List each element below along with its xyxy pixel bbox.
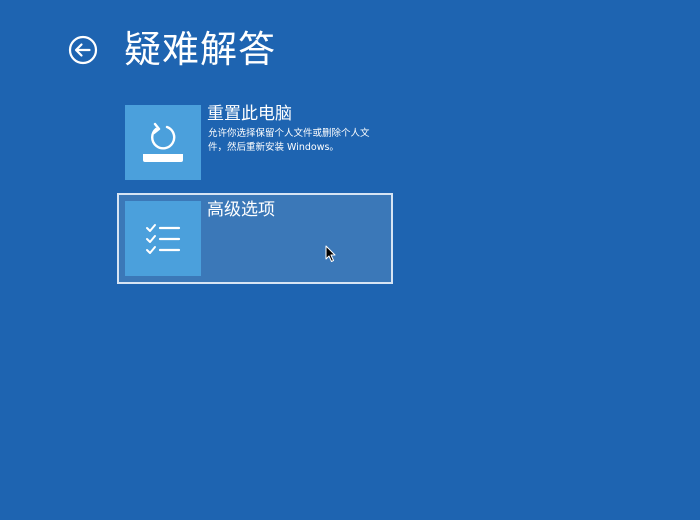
- advanced-options-option[interactable]: 高级选项: [117, 193, 393, 284]
- reset-pc-icon-tile: [125, 105, 201, 180]
- checklist-icon: [146, 223, 181, 254]
- advanced-options-title: 高级选项: [207, 200, 275, 220]
- reset-pc-description: 允许你选择保留个人文件或删除个人文件，然后重新安装 Windows。: [208, 128, 370, 153]
- back-button[interactable]: [68, 35, 98, 65]
- page-title: 疑难解答: [124, 28, 276, 71]
- reset-pc-icon: [143, 122, 183, 162]
- reset-pc-option[interactable]: 重置此电脑 允许你选择保留个人文件或删除个人文件，然后重新安装 Windows。: [117, 97, 393, 189]
- advanced-options-icon-tile: [125, 201, 201, 276]
- reset-pc-title: 重置此电脑: [207, 104, 292, 124]
- back-arrow-circle-icon: [68, 35, 98, 65]
- mouse-pointer-icon: [325, 245, 336, 262]
